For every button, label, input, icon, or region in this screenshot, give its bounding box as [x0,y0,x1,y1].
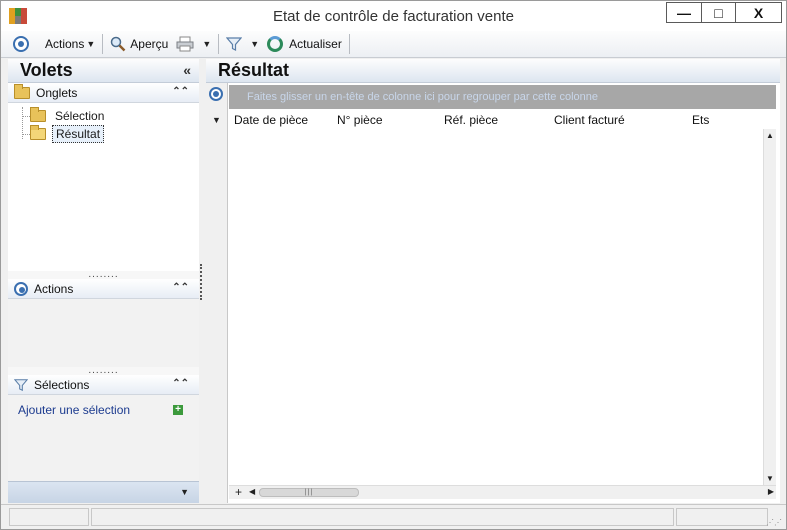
column-header-numero[interactable]: N° pièce [337,113,383,127]
add-selection-link[interactable]: Ajouter une sélection [18,403,130,417]
scroll-right-icon[interactable]: ▶ [768,487,774,496]
funnel-icon [226,37,243,51]
print-button[interactable]: ▼ [172,33,215,55]
title-bar: Etat de contrôle de facturation vente — … [1,1,786,31]
target-icon [14,281,28,296]
resize-grip-icon[interactable]: ⋰⋰ [766,519,782,527]
toolbar-separator [348,34,350,54]
toolbar: Actions ▼ Aperçu ▼ ▼ Actualiser [1,31,786,58]
chevron-down-icon[interactable]: ▼ [180,487,189,497]
maximize-icon: □ [714,4,723,21]
left-panel-footer: ▼ [8,481,199,503]
toolbar-separator [218,34,220,54]
actions-section-header[interactable]: Actions ⌃⌃ [8,279,199,299]
maximize-button[interactable]: □ [701,3,735,22]
target-button[interactable] [9,33,33,55]
apercu-label: Aperçu [130,37,169,51]
window-controls: — □ X [666,2,782,23]
tree-item-resultat[interactable]: Résultat [8,125,199,143]
selections-section-header[interactable]: Sélections ⌃⌃ [8,375,199,395]
volets-header: Volets « [8,59,199,83]
vertical-scrollbar[interactable]: ▲ ▼ [763,129,776,485]
scroll-left-icon[interactable]: ◀ [249,487,255,496]
column-header-date[interactable]: Date de pièce [234,113,308,127]
minimize-icon: — [677,4,691,21]
target-icon[interactable] [209,87,223,101]
onglets-section-header[interactable]: Onglets ⌃⌃ [8,83,199,103]
onglets-tree: Sélection Résultat [8,103,199,271]
tree-item-selection[interactable]: Sélection [8,107,199,125]
app-window: Etat de contrôle de facturation vente — … [0,0,787,530]
scroll-down-icon[interactable]: ▼ [766,474,774,483]
vertical-splitter[interactable] [200,264,203,300]
status-cell [91,508,674,526]
printer-icon [176,36,194,52]
actions-menu-label: Actions [45,37,85,51]
resultat-header: Résultat [206,59,780,83]
open-folder-icon [30,125,46,140]
minimize-button[interactable]: — [667,3,701,22]
chevron-down-icon: ▼ [202,39,212,49]
actions-body [8,299,199,367]
column-chooser-icon[interactable]: ▼ [212,115,221,125]
chevron-up-icon[interactable]: ⌃⌃ [172,378,189,389]
column-header-client[interactable]: Client facturé [554,113,625,127]
resultat-panel: Résultat ▼ Faites glisser un en-tête de … [206,59,780,503]
actualiser-button[interactable]: Actualiser [263,33,346,55]
grid-body[interactable] [229,129,763,485]
actualiser-label: Actualiser [289,37,342,51]
volets-title: Volets [20,60,73,80]
apercu-button[interactable]: Aperçu [106,33,172,55]
status-bar: ⋰⋰ [1,504,786,529]
status-cell [9,508,89,526]
add-row-icon[interactable]: + [235,485,242,499]
magnifier-icon [111,36,126,52]
chevron-up-icon[interactable]: ⌃⌃ [172,86,189,97]
filter-button[interactable]: ▼ [222,33,263,55]
collapse-panel-icon[interactable]: « [183,62,191,78]
selections-body: Ajouter une sélection + [8,395,199,483]
refresh-icon [267,36,284,52]
splitter-grip[interactable]: ........ [8,270,199,280]
actions-menu-button[interactable]: Actions ▼ [41,33,99,55]
column-header-reference[interactable]: Réf. pièce [444,113,498,127]
resultat-title: Résultat [218,60,290,80]
close-button[interactable]: X [735,3,781,22]
chevron-down-icon: ▼ [250,39,260,49]
onglets-label: Onglets [36,85,78,100]
chevron-up-icon[interactable]: ⌃⌃ [172,282,189,293]
close-icon: X [753,4,764,21]
splitter-grip[interactable]: ........ [8,366,199,376]
add-icon[interactable]: + [173,405,183,415]
scroll-thumb[interactable]: ||| [259,488,359,497]
column-header-ets[interactable]: Ets [692,113,709,127]
tree-item-label: Sélection [55,109,105,123]
horizontal-scrollbar[interactable]: + ◀ ||| ▶ [229,485,776,499]
grid-column-headers: Date de pièce N° pièce Réf. pièce Client… [229,111,776,129]
volets-panel: Volets « Onglets ⌃⌃ Sélection Résultat .… [8,59,199,503]
folder-icon [14,83,30,99]
actions-section-label: Actions [34,281,74,296]
chevron-down-icon: ▼ [86,39,96,49]
scroll-up-icon[interactable]: ▲ [766,131,774,140]
selections-section-label: Sélections [34,377,90,392]
status-cell [676,508,768,526]
target-icon [13,36,29,52]
toolbar-separator [102,34,104,54]
folder-icon [30,107,46,122]
group-by-hint: Faites glisser un en-tête de colonne ici… [247,91,598,103]
grid-row-indicator: ▼ [206,83,228,503]
funnel-icon [14,378,28,391]
group-by-area[interactable]: Faites glisser un en-tête de colonne ici… [229,85,776,109]
tree-item-label: Résultat [52,125,105,143]
